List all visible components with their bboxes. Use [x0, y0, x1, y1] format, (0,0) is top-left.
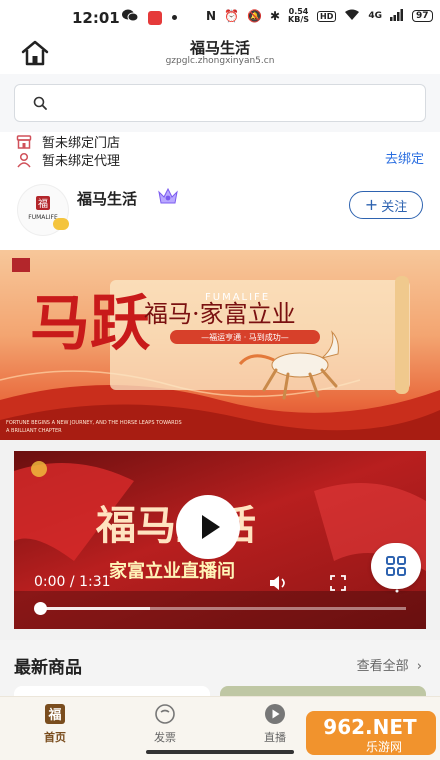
alarm-icon: ⏰ — [224, 9, 239, 23]
app-notification-icon — [148, 10, 162, 25]
promo-banner[interactable]: 马跃 福马·家富立业 FUMALIFE —福运亨通 · 马到成功— FORTUN… — [0, 250, 440, 440]
follow-button[interactable]: + 关注 — [349, 191, 423, 219]
duration: 1:31 — [79, 574, 111, 590]
home-tab-icon: 福 — [45, 704, 65, 724]
chevron-right-icon: › — [416, 659, 422, 674]
play-icon — [202, 515, 220, 539]
shop-logo[interactable]: 福 FUMALIFE — [17, 184, 69, 236]
store-binding-text: 暂未绑定门店 — [42, 136, 121, 151]
watermark-logo: 962.NET 乐游网 — [306, 711, 436, 755]
svg-text:福: 福 — [38, 197, 48, 210]
current-time: 0:00 — [34, 574, 66, 590]
video-progress-bar[interactable] — [40, 607, 406, 610]
svg-text:FUMALIFE: FUMALIFE — [205, 292, 270, 303]
live-play-icon — [265, 704, 285, 724]
site-watermark: 962.NET 乐游网 — [304, 707, 438, 759]
volume-button[interactable] — [268, 575, 288, 595]
store-icon — [16, 134, 32, 149]
agent-binding-text: 暂未绑定代理 — [42, 154, 121, 169]
more-notifications-dot — [172, 15, 177, 20]
plus-icon: + — [364, 195, 379, 214]
svg-text:962.NET: 962.NET — [323, 715, 417, 739]
grid-icon — [386, 556, 406, 576]
logo-badge — [53, 218, 69, 230]
svg-text:A BRILLIANT CHAPTER: A BRILLIANT CHAPTER — [6, 428, 62, 434]
bind-link[interactable]: 去绑定 — [385, 148, 424, 167]
tab-invoice[interactable]: 发票 — [135, 703, 195, 745]
search-icon — [33, 96, 47, 110]
vip-badge-icon — [158, 187, 178, 204]
tab-live[interactable]: 直播 — [245, 703, 305, 745]
video-time: 0:00 / 1:31 — [34, 574, 111, 590]
search-input[interactable] — [14, 84, 426, 122]
signal-icon — [390, 8, 404, 24]
binding-status: 暂未绑定门店 暂未绑定代理 去绑定 — [0, 132, 440, 172]
fullscreen-icon — [330, 575, 346, 591]
tab-home[interactable]: 福 首页 — [25, 703, 85, 745]
view-all-label: 查看全部 — [356, 659, 409, 674]
floating-menu-button[interactable] — [371, 543, 421, 589]
volume-icon — [270, 576, 285, 590]
fullscreen-button[interactable] — [330, 575, 346, 595]
play-button[interactable] — [176, 495, 240, 559]
battery-indicator: 97 — [412, 10, 433, 22]
mute-icon: 🔕 — [247, 9, 262, 23]
signal-label: 4G — [368, 11, 382, 21]
view-all-link[interactable]: 查看全部 › — [357, 655, 422, 674]
status-bar: 12:01 N ⏰ 🔕 ✱ 0.54 KB/S HD 4G 97 — [0, 0, 440, 34]
agent-binding-row: 暂未绑定代理 — [16, 150, 120, 169]
bluetooth-icon: ✱ — [269, 9, 281, 23]
page-header: 福马生活 gzpglc.zhongxinyan5.cn — [0, 34, 440, 74]
home-indicator[interactable] — [146, 750, 294, 754]
tab-home-label: 首页 — [44, 731, 66, 744]
store-binding-row: 暂未绑定门店 — [16, 132, 120, 151]
banner-artwork: 马跃 福马·家富立业 FUMALIFE —福运亨通 · 马到成功— FORTUN… — [0, 258, 440, 440]
svg-text:福: 福 — [47, 707, 61, 723]
user-icon — [17, 152, 31, 167]
net-speed: 0.54 KB/S — [288, 7, 309, 24]
svg-text:马跃: 马跃 — [30, 289, 151, 359]
hd-badge: HD — [317, 10, 337, 22]
time-separator: / — [69, 574, 80, 590]
wechat-icon — [122, 9, 139, 26]
video-buffered — [40, 607, 150, 610]
invoice-icon — [155, 704, 175, 724]
notification-icons — [122, 9, 177, 26]
search-area — [0, 74, 440, 132]
section-title: 最新商品 — [14, 658, 82, 678]
svg-text:福马·家富立业: 福马·家富立业 — [144, 300, 296, 328]
progress-thumb[interactable] — [34, 602, 47, 615]
tab-invoice-label: 发票 — [154, 731, 176, 744]
tab-live-label: 直播 — [264, 731, 286, 744]
follow-label: 关注 — [381, 199, 408, 215]
shop-name: 福马生活 — [77, 190, 138, 208]
video-player[interactable]: 福马生活 家富立业直播间 0:00 / 1:31 — [14, 451, 426, 629]
nfc-icon: N — [206, 9, 217, 23]
svg-text:—福运亨通 · 马到成功—: —福运亨通 · 马到成功— — [201, 332, 289, 342]
svg-text:家富立业直播间: 家富立业直播间 — [109, 560, 235, 582]
wifi-icon — [344, 9, 360, 24]
page-title: 福马生活 — [189, 39, 250, 57]
svg-text:FORTUNE BEGINS A NEW JOURNEY,: FORTUNE BEGINS A NEW JOURNEY, AND THE HO… — [6, 420, 182, 426]
system-icons: N ⏰ 🔕 ✱ 0.54 KB/S HD 4G 97 — [206, 8, 433, 24]
page-url: gzpglc.zhongxinyan5.cn — [165, 56, 275, 66]
status-time: 12:01 — [72, 9, 120, 27]
svg-text:乐游网: 乐游网 — [366, 740, 402, 754]
shop-card: 福 FUMALIFE 福马生活 + 关注 — [0, 172, 440, 250]
